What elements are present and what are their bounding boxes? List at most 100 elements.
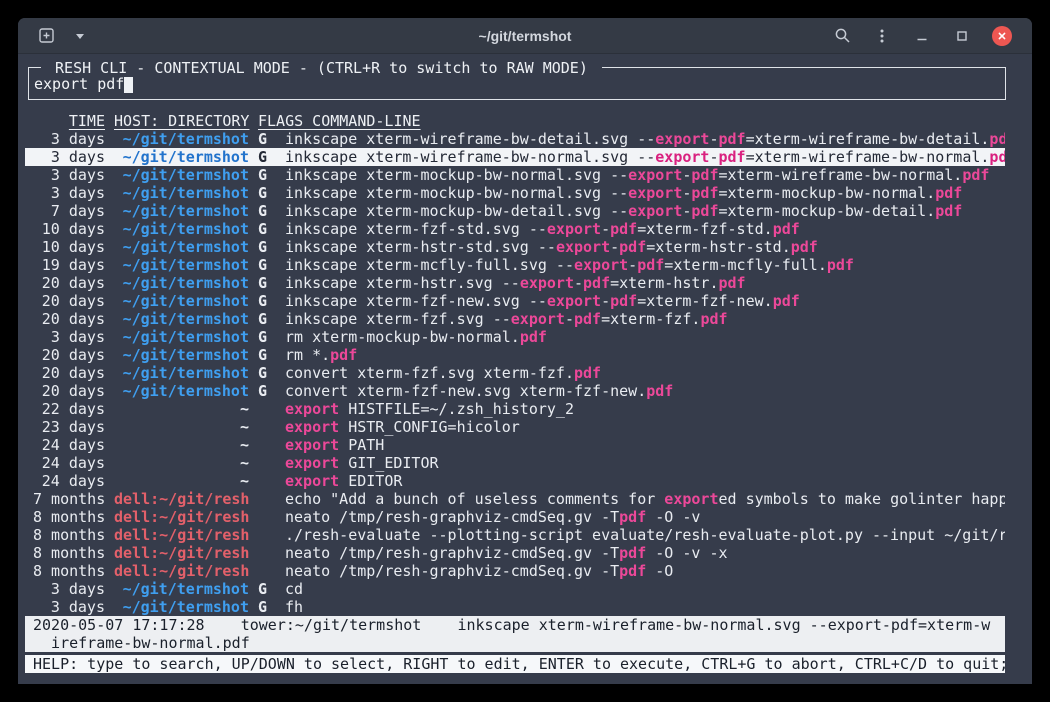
row-time: 7 days [33,202,105,220]
match-highlight: export [655,148,709,166]
row-time: 20 days [33,364,105,382]
history-row[interactable]: 3 days~/git/termshotGfh [25,598,1005,616]
history-row[interactable]: 3 days~/git/termshotGinkscape xterm-mock… [25,184,1005,202]
restore-button[interactable] [950,24,974,48]
row-time: 19 days [33,256,105,274]
row-command: echo "Add a bunch of useless comments fo… [285,490,1005,508]
row-flags: G [258,130,267,148]
row-time: 24 days [33,472,105,490]
row-flags: G [258,346,267,364]
match-highlight: pdf [718,148,745,166]
history-row[interactable]: 23 days~export HSTR_CONFIG=hicolor [25,418,1005,436]
row-host-directory: ~/git/termshot [114,202,249,220]
match-highlight: pdf [637,256,664,274]
history-row[interactable]: 3 days~/git/termshotGcd [25,580,1005,598]
row-time: 8 months [33,526,105,544]
match-highlight: pdf [691,202,718,220]
header-flags-command: FLAGS COMMAND-LINE [258,112,421,130]
row-host-directory: ~ [114,454,249,472]
history-row[interactable]: 8 monthsdell:~/git/reshneato /tmp/resh-g… [25,544,1005,562]
history-row[interactable]: 22 days ~ export HISTFILE=~/.zsh_history_2 [25,400,1005,418]
row-command: inkscape xterm-wireframe-bw-detail.svg -… [285,130,1005,148]
history-row[interactable]: 8 monthsdell:~/git/resh./resh-evaluate -… [25,526,1005,544]
window-title: ~/git/termshot [479,28,572,44]
row-command: inkscape xterm-hstr-std.svg --export-pdf… [285,238,1005,256]
history-row[interactable]: 20 days~/git/termshotGrm *.pdf [25,346,1005,364]
history-row[interactable]: 3 days~/git/termshotGrm xterm-mockup-bw-… [25,328,1005,346]
row-time: 10 days [33,238,105,256]
row-command: convert xterm-fzf-new.svg xterm-fzf-new.… [285,382,1005,400]
search-button[interactable] [830,24,854,48]
history-row[interactable]: 3 days~/git/termshotGinkscape xterm-wire… [25,130,1005,148]
row-command: inkscape xterm-mockup-bw-detail.svg --ex… [285,202,1005,220]
row-time: 3 days [33,148,105,166]
status-line-1: 2020-05-07 17:17:28 tower:~/git/termshot… [33,616,1005,634]
minimize-icon [914,28,930,44]
history-row[interactable]: 24 days~export PATH [25,436,1005,454]
match-highlight: pdf [935,202,962,220]
history-row[interactable]: 8 months dell:~/git/resh neato /tmp/resh-g… [25,562,1005,580]
history-row[interactable]: 24 days~export EDITOR [25,472,1005,490]
row-command: inkscape xterm-hstr.svg --export-pdf=xte… [285,274,1005,292]
row-flags [258,544,267,562]
row-time: 10 days [33,220,105,238]
match-highlight: pdf [520,328,547,346]
row-time: 8 months [33,562,105,580]
row-host-directory: ~ [114,400,249,418]
dropdown-caret-icon [74,30,86,42]
match-highlight: pdf [619,544,646,562]
row-host-directory: ~/git/termshot [114,148,249,166]
row-flags [258,490,267,508]
match-highlight: export [285,454,339,472]
row-host-directory: dell:~/git/resh [114,562,249,580]
help-bar: HELP: type to search, UP/DOWN to select,… [25,655,1005,673]
history-row[interactable]: 19 days~/git/termshotGinkscape xterm-mcf… [25,256,1005,274]
history-row[interactable]: 20 days~/git/termshotGinkscape xterm-hst… [25,274,1005,292]
new-terminal-button[interactable] [34,24,58,48]
row-time: 24 days [33,436,105,454]
match-highlight: pdf [962,166,989,184]
history-row[interactable]: 7 days~/git/termshotGinkscape xterm-mock… [25,202,1005,220]
row-host-directory: dell:~/git/resh [114,526,249,544]
row-command: export HSTR_CONFIG=hicolor [285,418,1005,436]
row-command: export HISTFILE=~/.zsh_history_2 [285,400,1005,418]
row-host-directory: ~/git/termshot [114,256,249,274]
row-host-directory: ~/git/termshot [114,346,249,364]
match-highlight: pdf [610,220,637,238]
row-time: 22 days [33,400,105,418]
row-flags [258,418,267,436]
match-highlight: pdf [574,364,601,382]
history-row[interactable]: 3 days~/git/termshotGinkscape xterm-wire… [25,148,1005,166]
menu-kebab-icon [874,28,890,44]
match-highlight: pdf [791,238,818,256]
row-time: 20 days [33,382,105,400]
row-command: neato /tmp/resh-graphviz-cmdSeq.gv -Tpdf… [285,544,1005,562]
row-flags: G [258,382,267,400]
history-row[interactable]: 24 days~export GIT_EDITOR [25,454,1005,472]
history-row[interactable]: 7 monthsdell:~/git/reshecho "Add a bunch… [25,490,1005,508]
history-row[interactable]: 8 monthsdell:~/git/reshneato /tmp/resh-g… [25,508,1005,526]
history-row[interactable]: 20 days~/git/termshotGinkscape xterm-fzf… [25,310,1005,328]
match-highlight: export [628,184,682,202]
row-host-directory: ~/git/termshot [114,382,249,400]
menu-button[interactable] [870,24,894,48]
row-command: rm *.pdf [285,346,1005,364]
history-row[interactable]: 20 days ~/git/termshot Gconvert xterm-fzf-… [25,382,1005,400]
history-row[interactable]: 20 days~/git/termshotGinkscape xterm-fzf… [25,292,1005,310]
row-host-directory: ~ [114,472,249,490]
minimize-button[interactable] [910,24,934,48]
profile-dropdown-button[interactable] [68,24,92,48]
match-highlight: export [574,256,628,274]
history-row[interactable]: 20 days~/git/termshotGconvert xterm-fzf.… [25,364,1005,382]
history-row[interactable]: 10 days~/git/termshotGinkscape xterm-fzf… [25,220,1005,238]
match-highlight: pdf [646,382,673,400]
row-time: 3 days [33,184,105,202]
row-flags: G [258,238,267,256]
row-command: neato /tmp/resh-graphviz-cmdSeq.gv -Tpdf… [285,562,1005,580]
match-highlight: export [655,130,709,148]
history-row[interactable]: 10 days~/git/termshotGinkscape xterm-hst… [25,238,1005,256]
match-highlight: pdf [330,346,357,364]
close-button[interactable] [990,24,1014,48]
history-row[interactable]: 3 days~/git/termshotGinkscape xterm-mock… [25,166,1005,184]
row-command: export GIT_EDITOR [285,454,1005,472]
